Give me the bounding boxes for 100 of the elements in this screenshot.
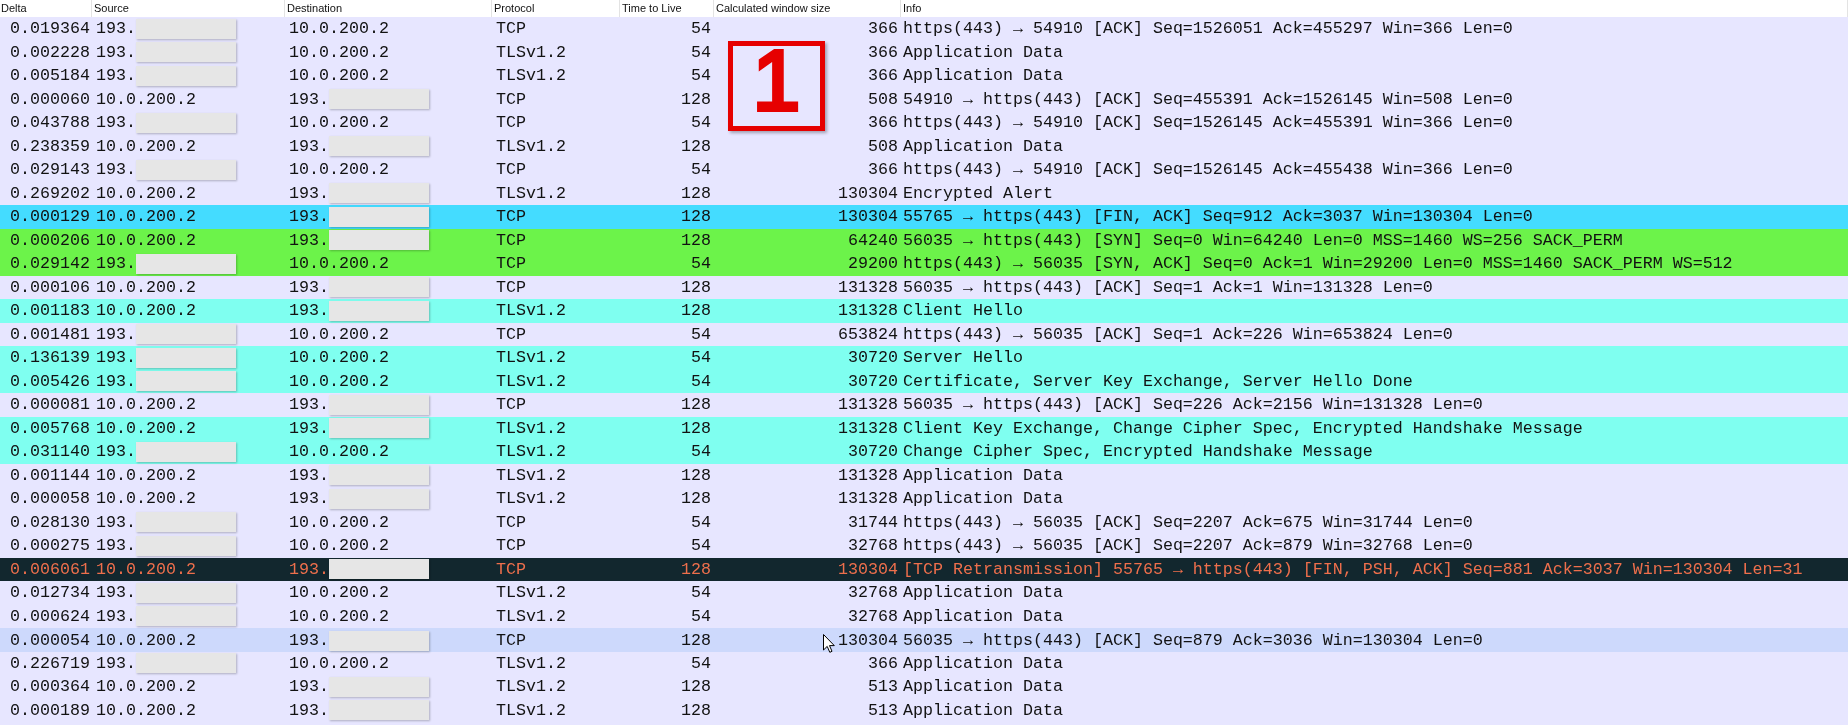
- table-cell-text: 0.029142: [10, 253, 90, 275]
- table-cell-text: 10.0.200.2: [96, 394, 196, 416]
- table-cell-text: 10.0.200.2: [289, 159, 389, 181]
- table-cell-text: 193.: [96, 605, 136, 628]
- table-cell-text: 32768: [848, 582, 898, 604]
- table-cell-text: TLSv1.2: [496, 370, 566, 393]
- table-cell-text: TCP: [496, 88, 526, 111]
- table-cell-text: 10.0.200.2: [96, 699, 196, 722]
- table-cell-text: TLSv1.2: [496, 417, 566, 440]
- table-cell-text: 653824: [838, 323, 898, 346]
- table-cell-text: 10.0.200.2: [96, 464, 196, 487]
- table-cell-text: TCP: [496, 159, 526, 181]
- table-cell-text: 10.0.200.2: [289, 370, 389, 393]
- table-cell-text: 0.001481: [10, 323, 90, 346]
- table-cell-text: 366: [868, 159, 898, 181]
- table-cell-text: 128: [681, 276, 711, 299]
- table-cell-text: TCP: [496, 323, 526, 346]
- table-cell-text: Application Data: [903, 699, 1063, 722]
- table-cell-text: 130304: [838, 182, 898, 205]
- table-cell-text: TCP: [496, 558, 526, 581]
- table-cell-text: 128: [681, 135, 711, 158]
- packet-row[interactable]: 0.005426 193. 10.0.200.2 TLSv1.2 54 30720 Certificate, Server Key Exchange, Server Hello Done: [0, 369, 1848, 393]
- table-cell-text: 0.226719: [10, 652, 90, 675]
- table-cell-text: 54: [691, 18, 711, 40]
- table-cell-text: 128: [681, 88, 711, 111]
- table-cell-text: 54: [691, 41, 711, 64]
- table-cell-text: 513: [868, 699, 898, 722]
- table-cell-text: 54910 → https(443) [ACK] Seq=455391 Ack=1526145 Win=508 Len=0: [903, 88, 1513, 111]
- table-cell-text: 128: [681, 629, 711, 652]
- table-cell-text: 10.0.200.2: [96, 229, 196, 252]
- table-cell-text: 0.000060: [10, 88, 90, 111]
- packet-row[interactable]: 0.006061 10.0.200.2 193. TCP 128 130304 [TCP Retransmission] 55765 → https(443) [FIN, PSH, ACK] Seq=881 Ack=3037 Win=130304 Len=31: [0, 557, 1848, 581]
- table-cell-text: 10.0.200.2: [289, 441, 389, 463]
- table-cell-text: https(443) → 54910 [ACK] Seq=1526051 Ack=455297 Win=366 Len=0: [903, 18, 1513, 40]
- table-cell-text: TCP: [496, 535, 526, 557]
- table-cell-text: Application Data: [903, 652, 1063, 675]
- table-cell-text: 56035 → https(443) [SYN] Seq=0 Win=64240 Len=0 MSS=1460 WS=256 SACK_PERM: [903, 229, 1623, 252]
- table-cell-text: 54: [691, 535, 711, 557]
- table-cell-text: 0.001183: [10, 300, 90, 322]
- table-cell-text: 54: [691, 112, 711, 134]
- table-cell-text: 128: [681, 417, 711, 440]
- table-cell-text: 193.: [96, 65, 136, 87]
- packet-row[interactable]: 0.000206 10.0.200.2 193. TCP 128 64240 56035 → https(443) [SYN] Seq=0 Win=64240 Len=0 MSS=1460 WS=256 SACK_PERM: [0, 228, 1848, 252]
- table-cell-text: 193.: [96, 511, 136, 534]
- table-cell-text: 0.005184: [10, 65, 90, 87]
- packet-row[interactable]: 0.031140 193. 10.0.200.2 TLSv1.2 54 30720 Change Cipher Spec, Encrypted Handshake Message: [0, 440, 1848, 464]
- table-cell-text: 193.: [96, 652, 136, 675]
- table-cell-text: 130304: [838, 206, 898, 228]
- table-cell-text: 10.0.200.2: [96, 206, 196, 228]
- table-cell-text: [TCP Retransmission] 55765 → https(443) [FIN, PSH, ACK] Seq=881 Ack=3037 Win=130304 Len=31: [903, 558, 1803, 581]
- table-cell-text: 193.: [96, 535, 136, 557]
- packet-row[interactable]: 0.000054 10.0.200.2 193. TCP 128 130304 56035 → https(443) [ACK] Seq=879 Ack=3036 Win=130304 Len=0: [0, 628, 1848, 652]
- table-cell-text: 10.0.200.2: [289, 511, 389, 534]
- table-cell-text: 0.029143: [10, 159, 90, 181]
- table-cell-text: 193.: [289, 629, 329, 652]
- table-cell-text: 193.: [289, 88, 329, 111]
- table-cell-text: 0.005426: [10, 370, 90, 393]
- table-cell-text: 32768: [848, 605, 898, 628]
- table-cell-text: TLSv1.2: [496, 488, 566, 510]
- table-cell-text: 193.: [289, 300, 329, 322]
- table-cell-text: 55765 → https(443) [FIN, ACK] Seq=912 Ack=3037 Win=130304 Len=0: [903, 206, 1533, 228]
- table-cell-text: Client Key Exchange, Change Cipher Spec, Encrypted Handshake Message: [903, 417, 1583, 440]
- table-cell-text: 10.0.200.2: [289, 253, 389, 275]
- table-cell-text: 193.: [289, 229, 329, 252]
- table-cell-text: 0.000189: [10, 699, 90, 722]
- table-cell-text: Application Data: [903, 41, 1063, 64]
- packet-row[interactable]: 0.001183 10.0.200.2 193. TLSv1.2 128 131328 Client Hello: [0, 299, 1848, 323]
- table-cell-text: 128: [681, 229, 711, 252]
- table-cell-text: TLSv1.2: [496, 676, 566, 698]
- table-cell-text: 131328: [838, 464, 898, 487]
- table-cell-text: 0.000081: [10, 394, 90, 416]
- table-cell-text: 56035 → https(443) [ACK] Seq=879 Ack=3036 Win=130304 Len=0: [903, 629, 1483, 652]
- table-cell-text: 10.0.200.2: [289, 652, 389, 675]
- table-cell-text: 193.: [96, 112, 136, 134]
- table-cell-text: 366: [868, 18, 898, 40]
- table-cell-text: Application Data: [903, 135, 1063, 158]
- table-cell-text: 193.: [96, 253, 136, 275]
- table-cell-text: 128: [681, 676, 711, 698]
- packet-row[interactable]: 0.000129 10.0.200.2 193. TCP 128 130304 55765 → https(443) [FIN, ACK] Seq=912 Ack=3037 Win=130304 Len=0: [0, 205, 1848, 229]
- table-cell-text: 0.269202: [10, 182, 90, 205]
- packet-row[interactable]: 0.136139 193. 10.0.200.2 TLSv1.2 54 30720 Server Hello: [0, 346, 1848, 370]
- table-cell-text: 10.0.200.2: [96, 300, 196, 322]
- table-cell-text: 10.0.200.2: [289, 582, 389, 604]
- table-cell-text: Application Data: [903, 464, 1063, 487]
- table-cell-text: 193.: [96, 370, 136, 393]
- packet-row[interactable]: 0.005768 10.0.200.2 193. TLSv1.2 128 131328 Client Key Exchange, Change Cipher Spec, Encrypted Handshake Message: [0, 416, 1848, 440]
- table-cell-text: 0.238359: [10, 135, 90, 158]
- table-cell-text: 193.: [289, 182, 329, 205]
- table-cell-text: https(443) → 56035 [ACK] Seq=1 Ack=226 Win=653824 Len=0: [903, 323, 1453, 346]
- packet-row[interactable]: 0.029142 193. 10.0.200.2 TCP 54 29200 https(443) → 56035 [SYN, ACK] Seq=0 Ack=1 Win=29200 Len=0 MSS=1460 SACK_PERM WS=512: [0, 252, 1848, 276]
- table-cell-text: 193.: [289, 488, 329, 510]
- table-cell-text: 10.0.200.2: [289, 18, 389, 40]
- table-cell-text: TLSv1.2: [496, 300, 566, 322]
- table-cell-text: 366: [868, 65, 898, 87]
- table-cell-text: 0.000206: [10, 229, 90, 252]
- table-cell-text: 193.: [289, 699, 329, 722]
- table-cell-text: TLSv1.2: [496, 182, 566, 205]
- table-cell-text: 508: [868, 88, 898, 111]
- table-cell-text: 30720: [848, 370, 898, 393]
- table-cell-text: TLSv1.2: [496, 65, 566, 87]
